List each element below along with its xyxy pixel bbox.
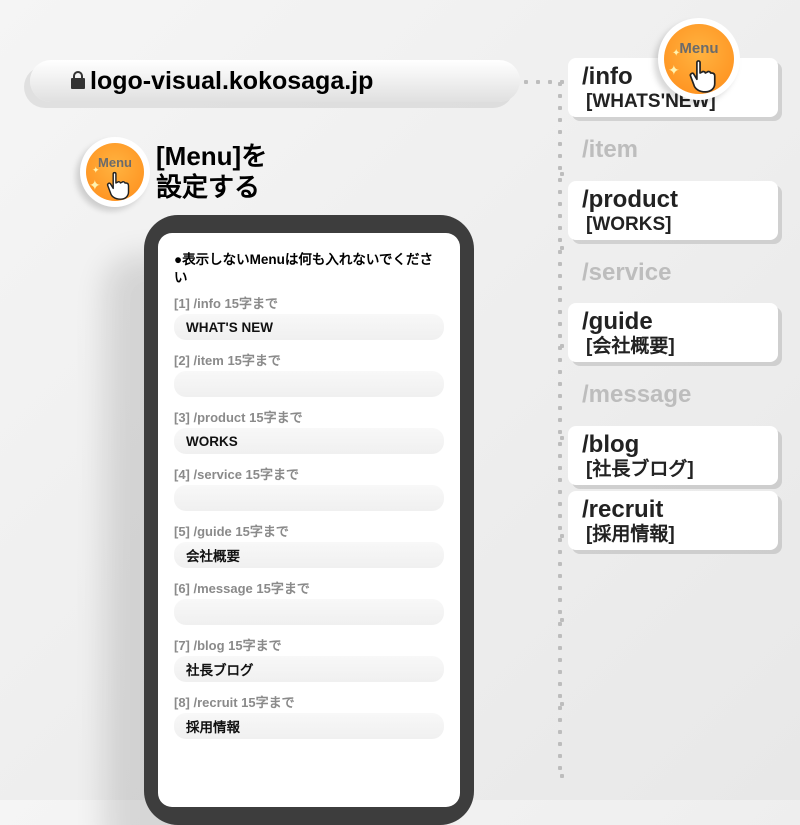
- path-row-product: /product [WORKS]: [568, 181, 778, 240]
- form-label: [5] /guide 15字まで: [174, 521, 444, 540]
- menu-badge: ✦ ✦ Menu: [80, 137, 150, 207]
- path-card: /product [WORKS]: [568, 181, 778, 240]
- menu-badge-top: ✦ ✦ Menu: [658, 18, 740, 100]
- menu-input-service[interactable]: [174, 485, 444, 511]
- connector-branch: [556, 772, 570, 780]
- path-row-message: /message: [568, 376, 778, 411]
- menu-input-message[interactable]: [174, 599, 444, 625]
- path-row-blog: /blog [社長ブログ]: [568, 426, 778, 485]
- form-label: [6] /message 15字まで: [174, 578, 444, 597]
- lock-icon: [70, 70, 86, 90]
- url-domain: logo-visual.kokosaga.jp: [90, 67, 373, 96]
- path-card: /blog [社長ブログ]: [568, 426, 778, 485]
- form-field-8: [8] /recruit 15字まで: [174, 692, 444, 739]
- path-card-disabled: /item: [568, 131, 778, 166]
- path-row-service: /service: [568, 254, 778, 289]
- phone-mock: ●表示しないMenuは何も入れないでください [1] /info 15字まで […: [144, 215, 474, 825]
- menu-input-info[interactable]: [174, 314, 444, 340]
- path-slug: /blog: [582, 432, 766, 458]
- connector-v: [556, 78, 564, 770]
- form-field-3: [3] /product 15字まで: [174, 407, 444, 454]
- form-label: [1] /info 15字まで: [174, 293, 444, 312]
- path-row-recruit: /recruit [採用情報]: [568, 491, 778, 550]
- title-line-2: 設定する: [156, 172, 267, 203]
- form-label: [3] /product 15字まで: [174, 407, 444, 426]
- menu-input-item[interactable]: [174, 371, 444, 397]
- path-slug: /item: [582, 137, 766, 163]
- title-area: ✦ ✦ Menu [Menu]を 設定する: [80, 137, 267, 207]
- form-label: [4] /service 15字まで: [174, 464, 444, 483]
- form-label: [2] /item 15字まで: [174, 350, 444, 369]
- form-field-2: [2] /item 15字まで: [174, 350, 444, 397]
- cursor-hand-icon: [682, 52, 724, 94]
- path-slug: /guide: [582, 309, 766, 335]
- path-slug: /service: [582, 260, 766, 286]
- menu-input-guide[interactable]: [174, 542, 444, 568]
- path-slug: /recruit: [582, 497, 766, 523]
- menu-input-product[interactable]: [174, 428, 444, 454]
- menu-input-recruit[interactable]: [174, 713, 444, 739]
- form-field-7: [7] /blog 15字まで: [174, 635, 444, 682]
- path-card-disabled: /message: [568, 376, 778, 411]
- connector-branch: [556, 700, 570, 708]
- form-field-5: [5] /guide 15字まで: [174, 521, 444, 568]
- path-label: [会社概要]: [586, 335, 766, 359]
- phone-screen: ●表示しないMenuは何も入れないでください [1] /info 15字まで […: [158, 233, 460, 807]
- form-note: ●表示しないMenuは何も入れないでください: [174, 251, 444, 287]
- path-label: [採用情報]: [586, 523, 766, 547]
- path-label: [社長ブログ]: [586, 458, 766, 482]
- url-bar: logo-visual.kokosaga.jp: [30, 60, 520, 102]
- path-slug: /message: [582, 382, 766, 408]
- path-row-item: /item: [568, 131, 778, 166]
- path-row-guide: /guide [会社概要]: [568, 303, 778, 362]
- form-label: [7] /blog 15字まで: [174, 635, 444, 654]
- path-card: /guide [会社概要]: [568, 303, 778, 362]
- connector-branch: [556, 616, 570, 624]
- title-line-1: [Menu]を: [156, 141, 267, 172]
- cursor-hand-icon: [101, 165, 137, 201]
- path-card: /recruit [採用情報]: [568, 491, 778, 550]
- path-slug: /product: [582, 187, 766, 213]
- paths-column: /info [WHATS'NEW] /item /product [WORKS]…: [568, 58, 778, 564]
- page-title: [Menu]を 設定する: [156, 141, 267, 203]
- menu-input-blog[interactable]: [174, 656, 444, 682]
- form-label: [8] /recruit 15字まで: [174, 692, 444, 711]
- form-field-6: [6] /message 15字まで: [174, 578, 444, 625]
- path-label: [WORKS]: [586, 213, 766, 237]
- form-field-1: [1] /info 15字まで: [174, 293, 444, 340]
- form-field-4: [4] /service 15字まで: [174, 464, 444, 511]
- path-card-disabled: /service: [568, 254, 778, 289]
